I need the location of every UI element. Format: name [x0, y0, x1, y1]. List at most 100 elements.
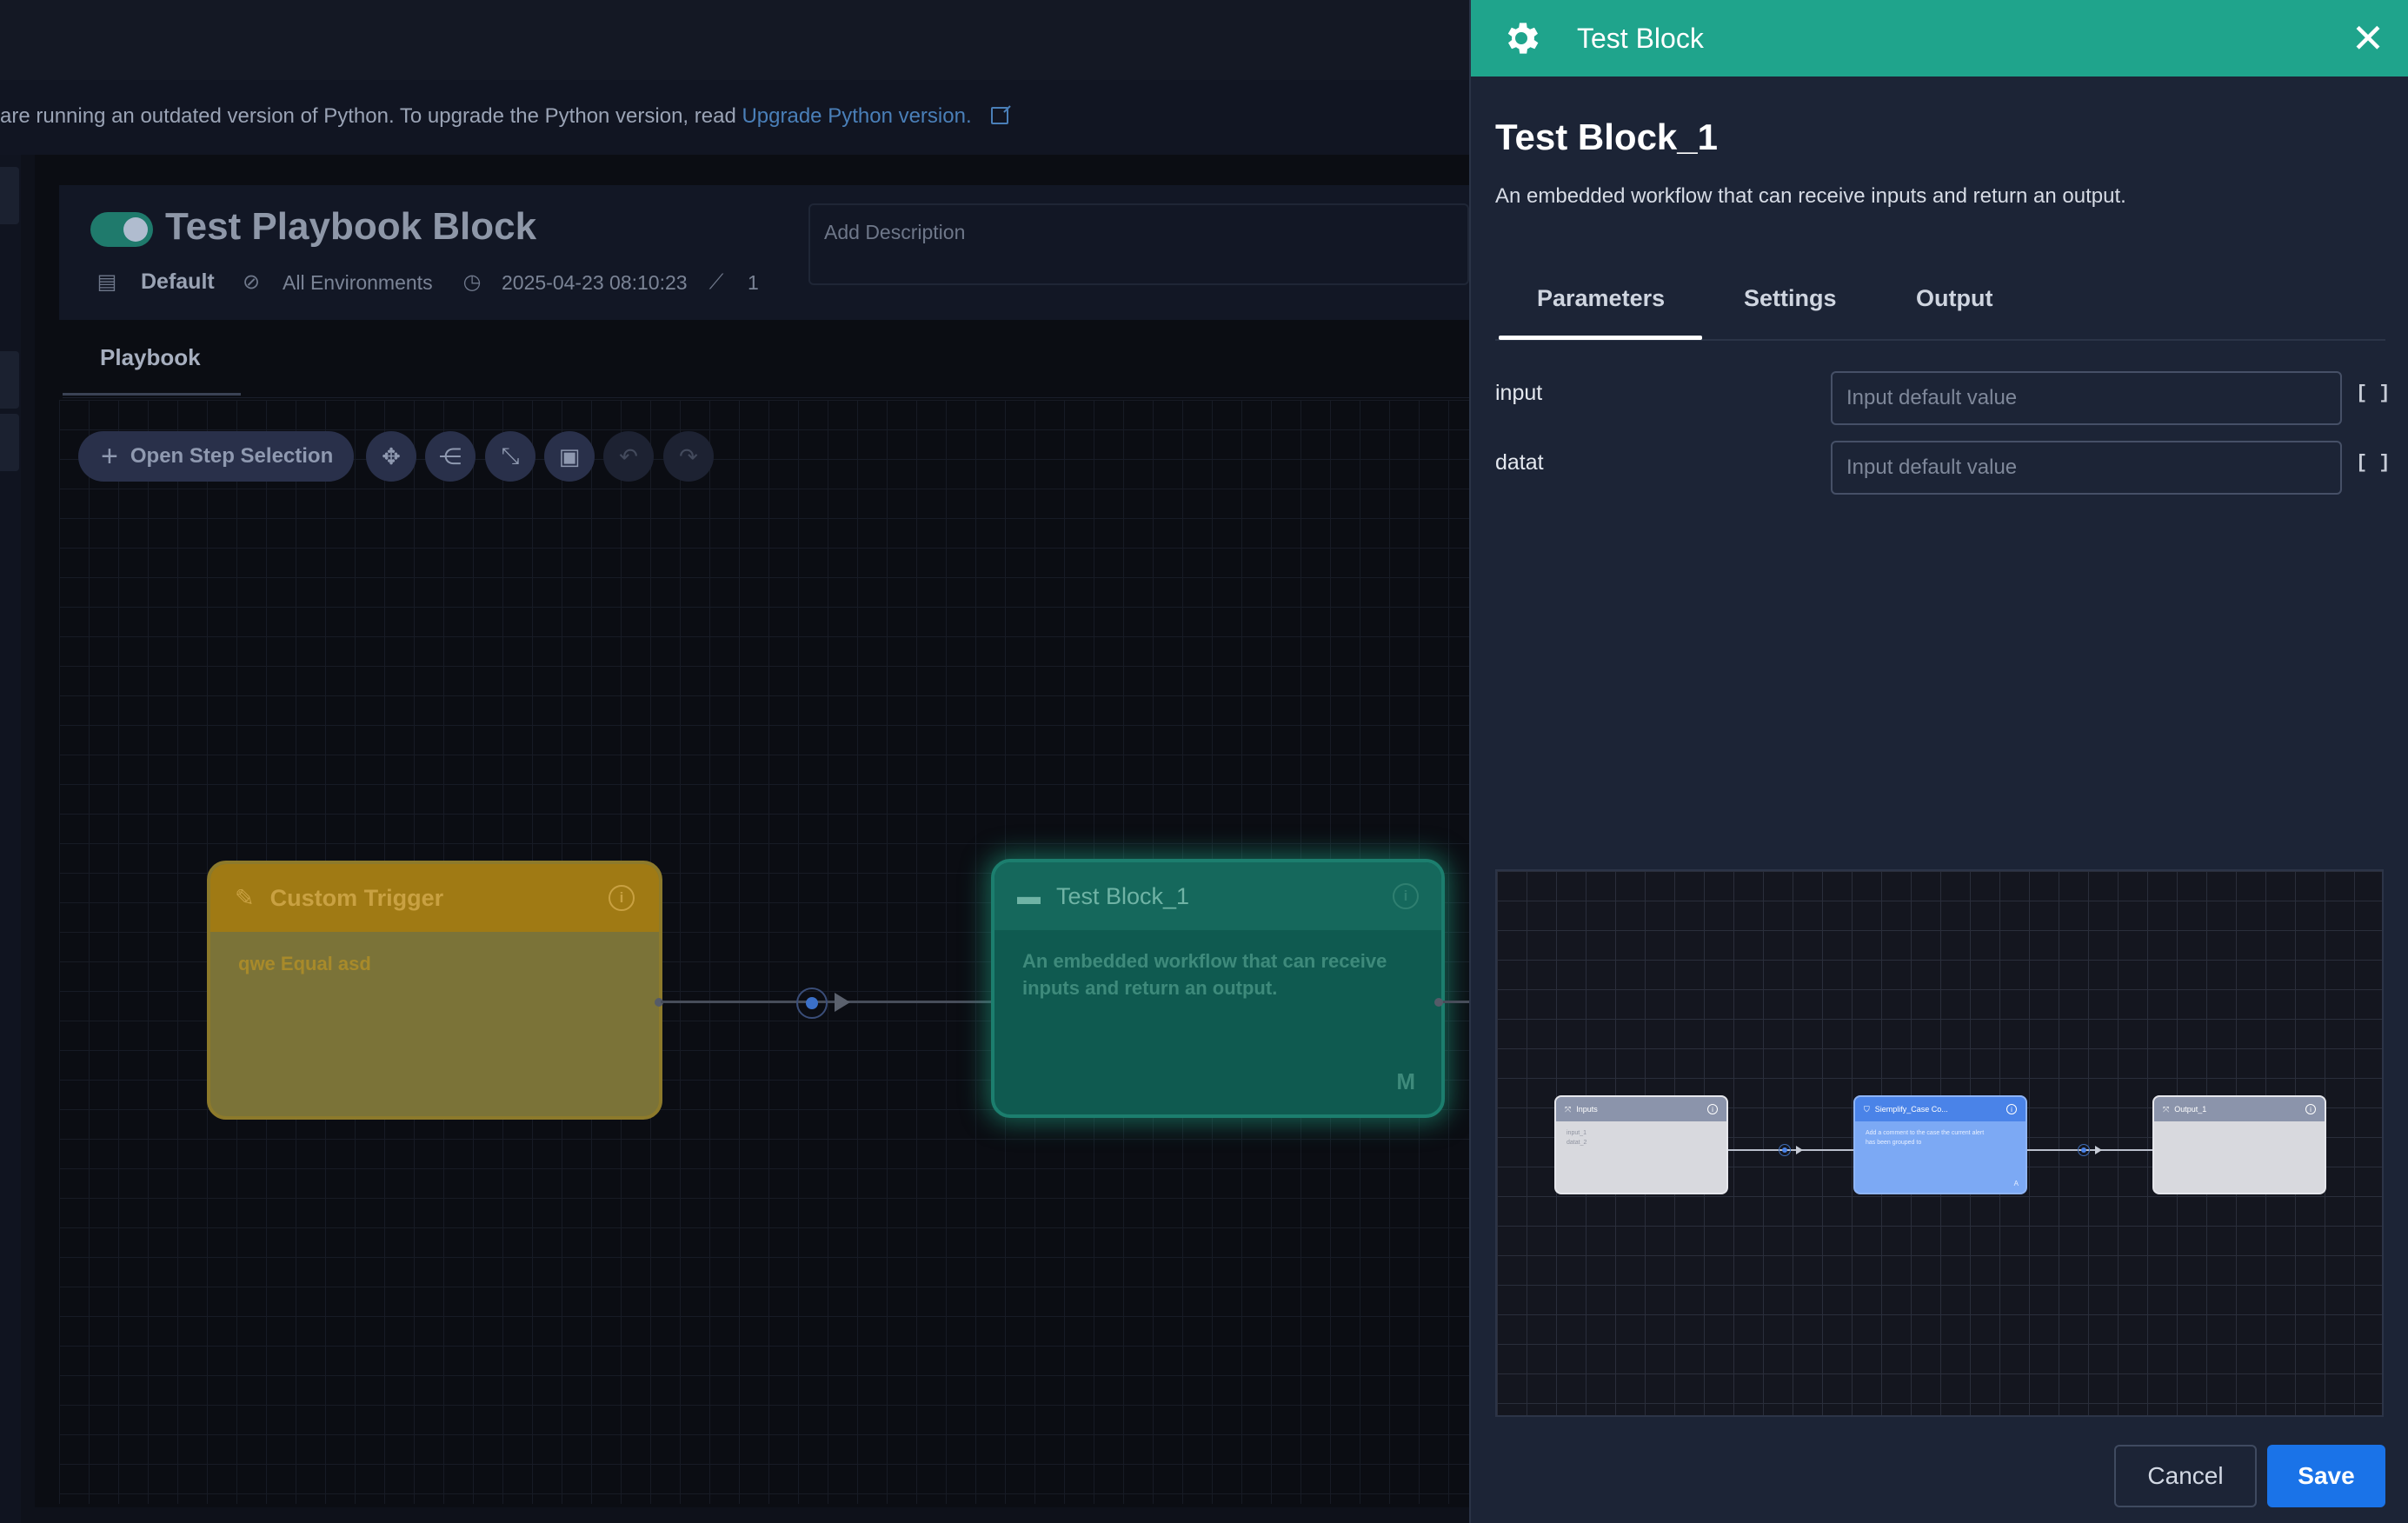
playbook-steps-count: 1 — [748, 271, 759, 294]
tab-playbook-underline — [63, 393, 241, 396]
arrow-icon — [2095, 1146, 2102, 1154]
preview-node-title: Siemplify_Case Co... — [1874, 1105, 1948, 1114]
fit-to-screen-button[interactable]: ⤡ — [485, 431, 535, 482]
tab-settings[interactable]: Settings — [1744, 285, 1837, 312]
tab-output[interactable]: Output — [1916, 285, 1992, 312]
trigger-node-title: Custom Trigger — [269, 884, 444, 911]
collapse-icon: ⤡ — [501, 442, 520, 469]
connector-dot — [1434, 998, 1443, 1007]
custom-trigger-node[interactable]: ✎ Custom Trigger i qwe Equal asd — [207, 861, 662, 1120]
arrange-button[interactable]: ⋲ — [425, 431, 476, 482]
list-toggle-icon[interactable]: [ ] — [2356, 382, 2391, 404]
playbook-enabled-toggle[interactable] — [90, 212, 153, 247]
preview-node-header: ⛉ Siemplify_Case Co... i — [1855, 1097, 2026, 1121]
rail-tab[interactable] — [0, 414, 19, 471]
upgrade-python-link[interactable]: Upgrade Python version. — [742, 104, 971, 128]
block-node-description: An embedded workflow that can receive in… — [1022, 950, 1387, 999]
open-step-selection-button[interactable]: + Open Step Selection — [78, 431, 355, 482]
edit-icon: ✎ — [235, 884, 255, 911]
move-tool-button[interactable]: ✥ — [366, 431, 416, 482]
cancel-button[interactable]: Cancel — [2114, 1445, 2257, 1507]
preview-node-inputs: ⤧ Inputs i input_1 datat_2 — [1554, 1095, 1728, 1194]
info-icon: i — [2305, 1104, 2316, 1114]
preview-node-header: ⤧ Inputs i — [1556, 1097, 1726, 1121]
panel-header-title: Test Block — [1577, 23, 1704, 54]
tab-playbook[interactable]: Playbook — [100, 344, 201, 371]
arrange-icon: ⋲ — [439, 442, 462, 469]
gear-icon — [1507, 23, 1539, 54]
playbook-environment: All Environments — [283, 271, 433, 294]
preview-connector — [1779, 1144, 1791, 1156]
test-block-node[interactable]: ▬ Test Block_1 i An embedded workflow th… — [991, 859, 1445, 1118]
info-icon: i — [1707, 1104, 1718, 1114]
trigger-node-header: ✎ Custom Trigger i — [210, 864, 659, 932]
environment-icon: ⊘ — [242, 270, 261, 294]
preview-connector — [2078, 1144, 2090, 1156]
preview-node-body: Add a comment to the case the current al… — [1855, 1121, 2026, 1154]
list-toggle-icon[interactable]: [ ] — [2356, 452, 2391, 474]
preview-node-badge: A — [2013, 1180, 2019, 1187]
block-name: Test Block_1 — [1495, 116, 1718, 157]
top-navigation-bar — [0, 0, 1469, 80]
preview-node-line: datat_2 — [1567, 1140, 1587, 1146]
output-icon: ⤧ — [2163, 1104, 2170, 1114]
undo-icon: ↶ — [619, 442, 638, 469]
left-rail — [0, 155, 21, 1523]
redo-button[interactable]: ↷ — [663, 431, 714, 482]
close-icon[interactable]: ✕ — [2345, 16, 2391, 61]
preview-node-action: ⛉ Siemplify_Case Co... i Add a comment t… — [1853, 1095, 2027, 1194]
preview-node-line: Add a comment to the case the current al… — [1866, 1130, 1985, 1136]
redo-icon: ↷ — [679, 442, 698, 469]
param-label-datat: datat — [1495, 450, 1544, 475]
tab-parameters[interactable]: Parameters — [1537, 285, 1665, 312]
banner-message: are running an outdated version of Pytho… — [0, 104, 736, 128]
open-step-selection-label: Open Step Selection — [130, 444, 334, 468]
preview-node-title: Inputs — [1576, 1105, 1598, 1114]
rail-tab[interactable] — [0, 167, 19, 224]
block-node-badge: M — [1396, 1068, 1415, 1094]
param-label-input: input — [1495, 381, 1543, 405]
external-link-icon[interactable] — [991, 107, 1009, 124]
preview-node-line: input_1 — [1567, 1130, 1586, 1136]
preview-node-title: Output_1 — [2174, 1105, 2207, 1114]
preview-connection-line — [2027, 1149, 2152, 1151]
playbook-folder: Default — [141, 269, 215, 294]
undo-button[interactable]: ↶ — [603, 431, 654, 482]
block-workflow-preview[interactable]: ⤧ Inputs i input_1 datat_2 ⛉ Siemplify_C… — [1495, 869, 2384, 1417]
plus-icon: + — [101, 440, 118, 473]
image-icon: ▣ — [558, 442, 581, 469]
save-button[interactable]: Save — [2267, 1445, 2385, 1507]
folder-icon: ▤ — [96, 270, 117, 294]
preview-node-line: has been grouped to — [1866, 1140, 1922, 1146]
active-tab-indicator — [1499, 336, 1702, 340]
add-step-connector[interactable] — [796, 988, 828, 1019]
arrow-icon — [835, 993, 850, 1012]
playbook-timestamp: 2025-04-23 08:10:23 — [502, 271, 688, 294]
export-image-button[interactable]: ▣ — [544, 431, 595, 482]
param-datat-field[interactable] — [1831, 441, 2342, 495]
playbook-title: Test Playbook Block — [165, 205, 537, 248]
playbook-tabbar — [63, 329, 1469, 398]
block-node-title: Test Block_1 — [1056, 882, 1190, 909]
info-icon[interactable]: i — [609, 885, 635, 911]
clock-icon: ◷ — [462, 270, 482, 294]
connection-line — [1443, 1001, 1469, 1003]
connection-line — [661, 1001, 995, 1003]
info-icon: i — [2006, 1104, 2017, 1114]
info-icon[interactable]: i — [1393, 883, 1419, 909]
block-description: An embedded workflow that can receive in… — [1495, 184, 2126, 208]
trigger-node-condition: qwe Equal asd — [238, 953, 371, 974]
rail-tab[interactable] — [0, 351, 19, 409]
block-node-header: ▬ Test Block_1 i — [994, 862, 1441, 930]
preview-node-header: ⤧ Output_1 i — [2154, 1097, 2325, 1121]
description-input[interactable]: Add Description — [808, 203, 1469, 285]
move-icon: ✥ — [382, 442, 401, 469]
param-input-field[interactable] — [1831, 371, 2342, 425]
block-settings-panel: Test Block ✕ Test Block_1 An embedded wo… — [1469, 0, 2408, 1523]
steps-icon: ⟋ — [708, 270, 724, 294]
panel-header: Test Block ✕ — [1471, 0, 2408, 76]
preview-connection-line — [1728, 1149, 1853, 1151]
shield-icon: ⛉ — [1864, 1104, 1870, 1114]
preview-node-body: input_1 datat_2 — [1556, 1121, 1726, 1154]
inputs-icon: ⤧ — [1565, 1104, 1572, 1114]
